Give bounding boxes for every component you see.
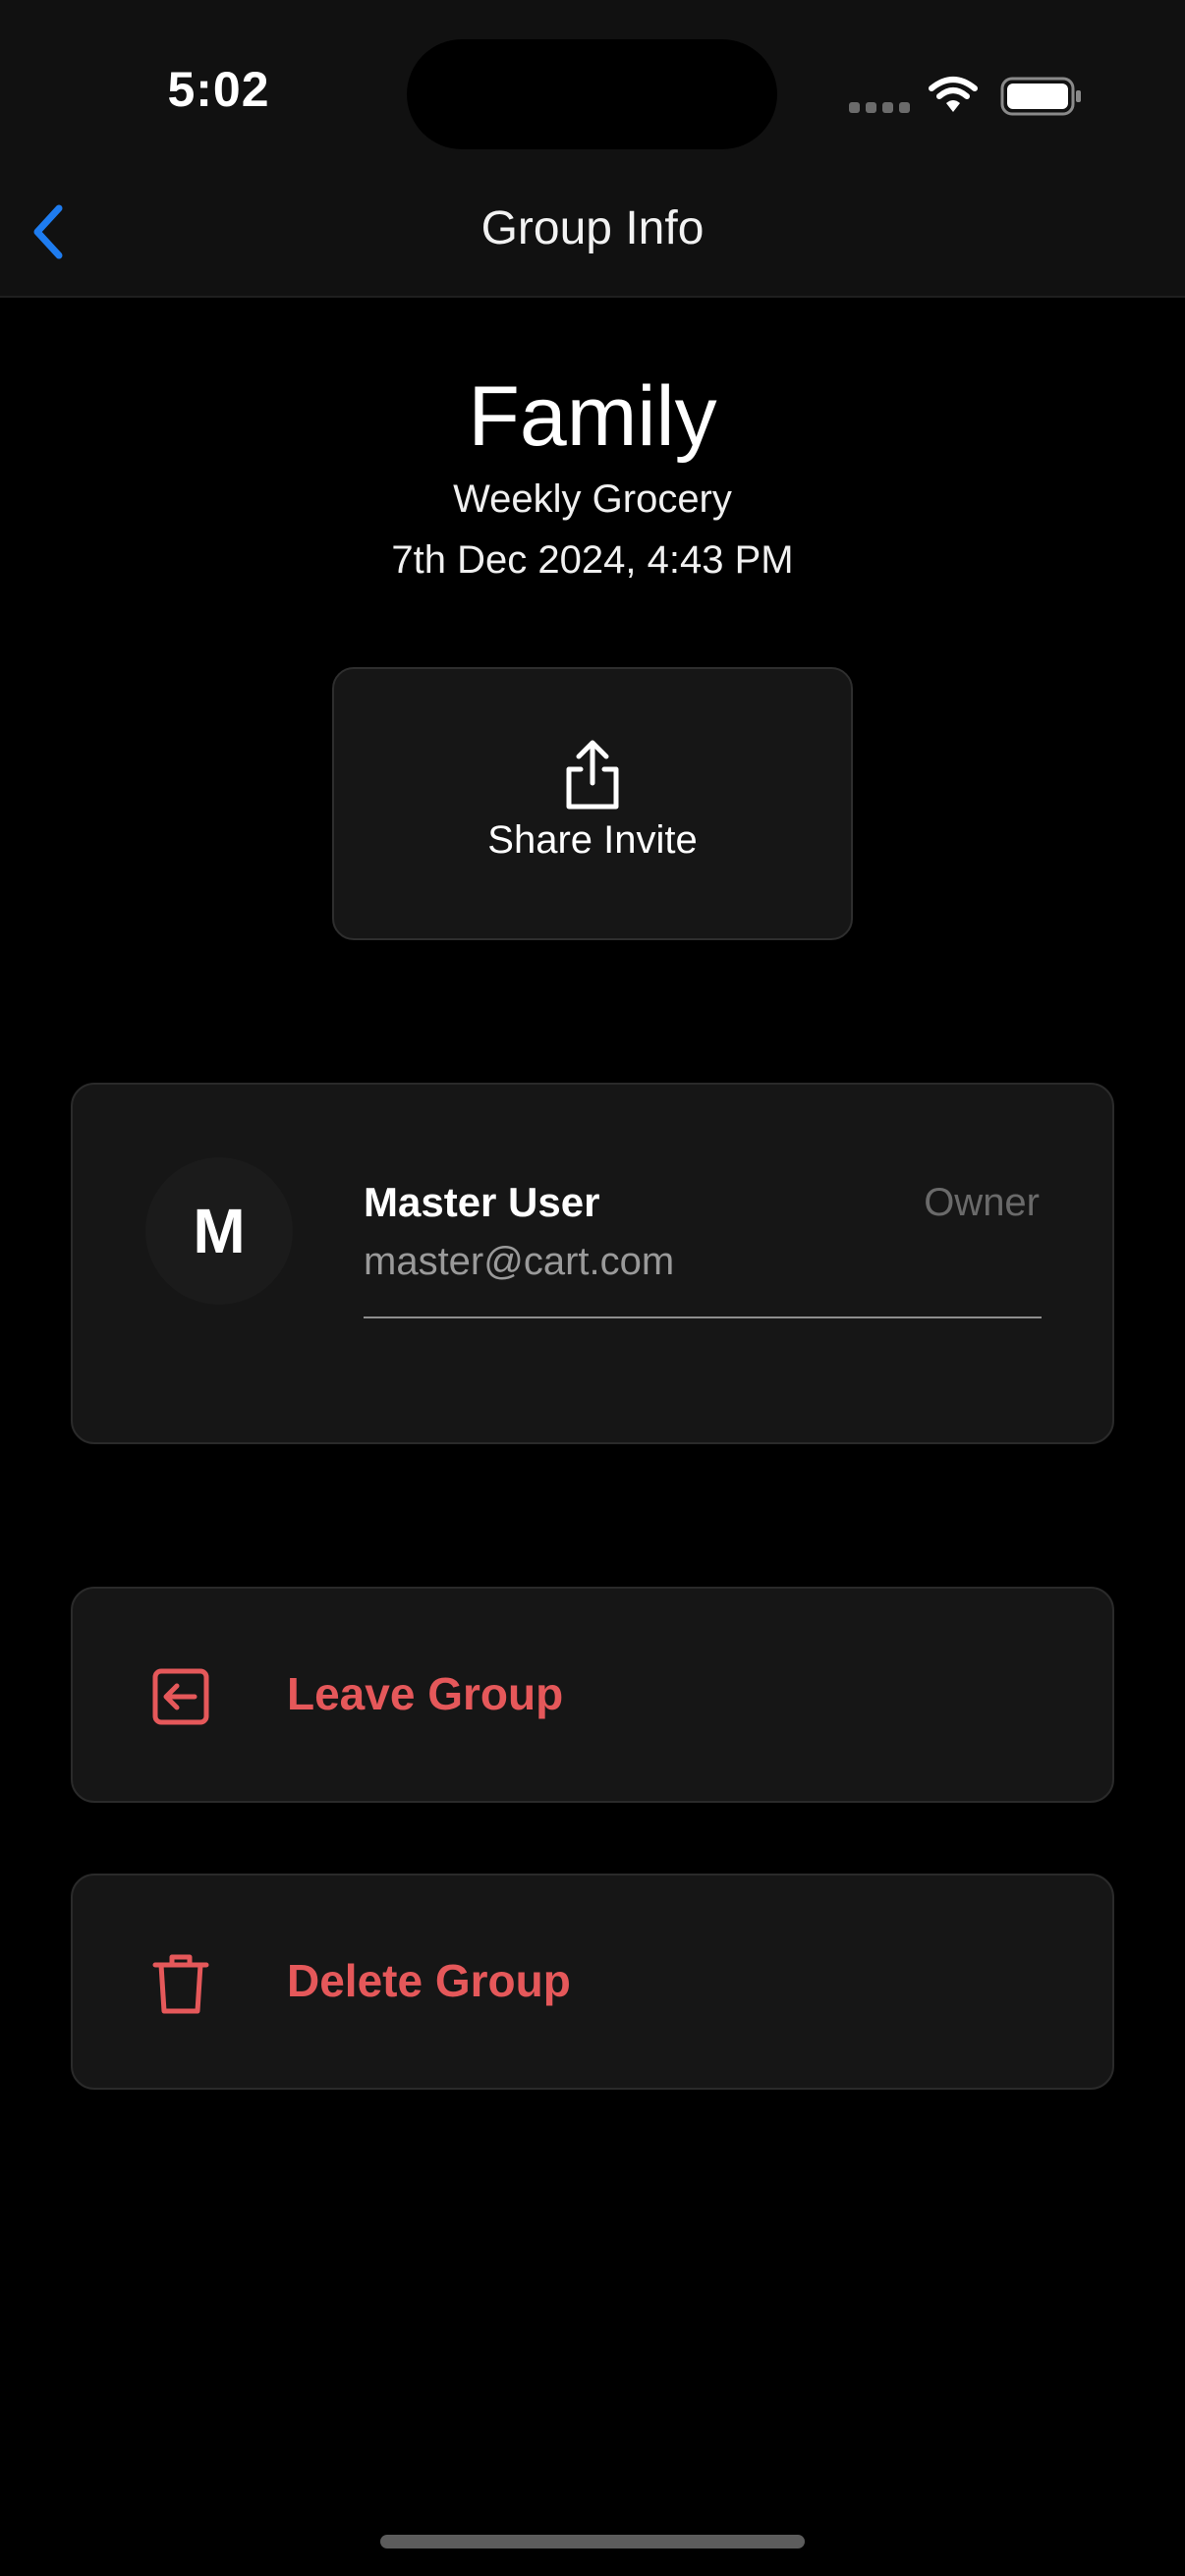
nav-title: Group Info [480,202,705,254]
share-invite-label: Share Invite [487,818,698,862]
share-invite-button[interactable]: Share Invite [332,667,853,940]
wifi-icon [929,77,978,112]
group-name: Family [468,369,717,464]
member-role-badge: Owner [924,1181,1040,1224]
trash-icon [152,1954,209,2014]
member-row[interactable]: M Master User Owner master@cart.com [73,1085,1112,1442]
navigation-header: 5:02 Group Info [0,0,1185,298]
delete-group-label: Delete Group [287,1955,571,2006]
cellular-signal-icon [849,102,910,113]
dynamic-island [407,39,777,149]
group-date: 7th Dec 2024, 4:43 PM [391,538,794,582]
leave-group-label: Leave Group [287,1668,564,1719]
member-name: Master User [364,1179,600,1225]
avatar: M [145,1157,293,1305]
share-icon [566,740,619,810]
home-indicator [380,2535,805,2548]
member-divider [364,1316,1042,1318]
member-email: master@cart.com [364,1240,675,1283]
leave-icon [152,1668,209,1725]
status-time: 5:02 [167,62,270,117]
delete-group-button[interactable]: Delete Group [71,1874,1114,2090]
leave-group-button[interactable]: Leave Group [71,1587,1114,1803]
group-subtitle: Weekly Grocery [453,477,732,521]
battery-icon [1000,77,1081,116]
members-card: M Master User Owner master@cart.com [71,1083,1114,1444]
